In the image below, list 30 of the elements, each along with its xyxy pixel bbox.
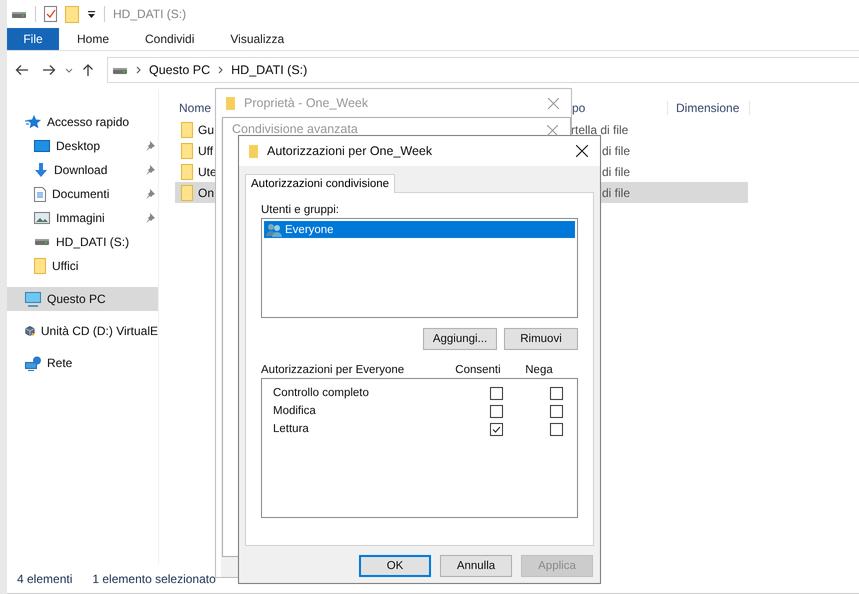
users-label: Utenti e gruppi: — [261, 204, 340, 217]
nav-label: Desktop — [56, 139, 100, 153]
status-text: 4 elementi — [17, 572, 72, 586]
permission-name: Lettura — [273, 423, 310, 435]
status-text: 1 elemento selezionato — [92, 572, 216, 586]
dialog-title: Autorizzazioni per One_Week — [267, 144, 434, 158]
nav-label: Uffici — [52, 259, 78, 273]
permission-name: Modifica — [273, 405, 317, 417]
nav-label: HD_DATI (S:) — [56, 235, 130, 249]
file-type: di file — [602, 186, 630, 200]
dialog-title: Condivisione avanzata — [232, 122, 359, 136]
nav-label: Documenti — [52, 187, 110, 201]
dialog-title: Proprietà - One_Week — [244, 96, 370, 110]
permission-name: Controllo completo — [273, 387, 370, 399]
nav-label: Unità CD (D:) VirtualE — [40, 324, 158, 338]
column-header: Nega — [524, 364, 554, 376]
file-name: Uff — [198, 144, 214, 158]
nav-label: Immagini — [56, 211, 105, 225]
column-header: Consenti — [454, 364, 502, 376]
nav-label: Download — [54, 163, 108, 177]
file-name: Gu — [198, 122, 214, 136]
window-title: HD_DATI (S:) — [113, 7, 186, 21]
file-type: rtella di file — [571, 122, 628, 136]
file-type: di file — [602, 164, 630, 178]
nav-label: Accesso rapido — [47, 115, 130, 129]
file-type: di file — [602, 144, 630, 158]
nav-label: Rete — [47, 356, 72, 370]
permissions-label: Autorizzazioni per Everyone — [261, 364, 406, 376]
nav-label: Questo PC — [47, 292, 106, 306]
file-name: On — [198, 186, 214, 200]
